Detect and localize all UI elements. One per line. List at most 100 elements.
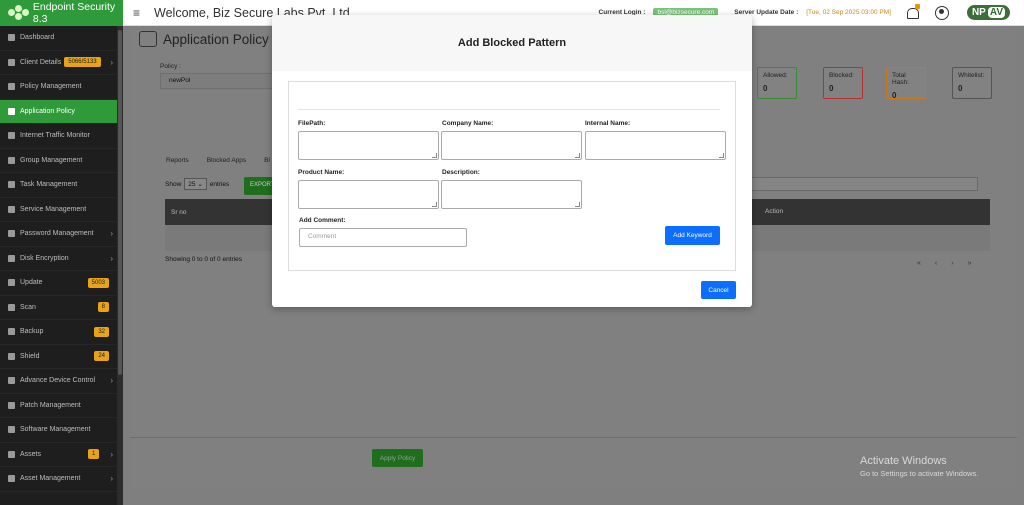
update-count-badge: 5003 [87, 277, 109, 288]
sidebar-item-advance-device-control[interactable]: Advance Device Control › [0, 369, 117, 394]
next-page-button[interactable]: › [951, 260, 953, 267]
table-info: Showing 0 to 0 of 0 entries [165, 256, 242, 263]
sidebar-item-label: Disk Encryption [20, 254, 69, 262]
search-icon [8, 475, 15, 483]
sidebar-item-client-details[interactable]: Client Details 5066/5133 › [0, 51, 117, 75]
sidebar-item-group-management[interactable]: Group Management [0, 149, 117, 173]
sidebar-item-task-management[interactable]: Task Management [0, 173, 117, 198]
stat-blocked: Blocked: 0 [823, 67, 863, 99]
tab-blocked-apps[interactable]: Blocked Apps [207, 157, 246, 164]
first-page-button[interactable]: « [917, 260, 921, 267]
divider [130, 437, 1017, 438]
activate-title: Activate Windows [860, 455, 947, 467]
sidebar-item-patch-management[interactable]: Patch Management [0, 394, 117, 418]
col-sr-no[interactable]: Sr no [171, 209, 187, 216]
sidebar-item-update[interactable]: Update 5003 [0, 271, 117, 296]
table-search-input[interactable] [750, 177, 978, 191]
sidebar-item-internet-traffic-monitor[interactable]: Internet Traffic Monitor [0, 124, 117, 149]
show-label: Show [165, 180, 182, 188]
pagination: « ‹ › » [917, 260, 972, 267]
description-input[interactable] [441, 180, 582, 209]
sidebar-item-assets[interactable]: Assets 1 › [0, 443, 117, 467]
stat-label: Allowed: [763, 72, 788, 79]
tab-blocked[interactable]: Bl [264, 157, 270, 164]
last-page-button[interactable]: » [968, 260, 972, 267]
group-icon [8, 156, 15, 164]
brand[interactable]: Endpoint Security 8.3 [0, 0, 123, 26]
sidebar-item-label: Patch Management [20, 401, 81, 409]
entries-select[interactable]: 25 ⌄ [184, 178, 207, 190]
wrench-icon [8, 205, 15, 213]
cancel-button[interactable]: Cancel [701, 281, 736, 299]
stat-whitelist: Whitelist: 0 [952, 67, 992, 99]
sidebar-item-label: Policy Management [20, 83, 82, 91]
monitor-icon [8, 132, 15, 140]
chevron-right-icon: › [110, 57, 113, 67]
sidebar-item-asset-management[interactable]: Asset Management › [0, 467, 117, 492]
stat-allowed: Allowed: 0 [757, 67, 797, 99]
add-keyword-button[interactable]: Add Keyword [665, 226, 720, 245]
monitor-icon [8, 450, 15, 458]
sidebar-item-application-policy[interactable]: Application Policy [0, 99, 117, 124]
sidebar-item-backup[interactable]: Backup 32 [0, 320, 117, 345]
sidebar-item-label: Password Management [20, 230, 94, 238]
internal-name-input[interactable] [585, 131, 726, 160]
warning-icon [8, 107, 15, 115]
device-icon [8, 377, 15, 385]
sidebar-item-service-management[interactable]: Service Management [0, 198, 117, 222]
backup-icon [8, 328, 15, 336]
add-comment-label: Add Comment: [299, 217, 346, 224]
tab-reports[interactable]: Reports [166, 157, 189, 164]
sidebar: Dashboard Client Details 5066/5133 › Polic… [0, 26, 117, 505]
sidebar-item-password-management[interactable]: Password Management › [0, 222, 117, 247]
comment-input[interactable]: Comment [299, 228, 467, 247]
description-label: Description: [442, 169, 480, 176]
sidebar-item-dashboard[interactable]: Dashboard [0, 26, 117, 51]
chevron-right-icon: › [110, 253, 113, 263]
sidebar-item-scan[interactable]: Scan 8 [0, 296, 117, 320]
logo-np: NP [971, 7, 986, 18]
chevron-right-icon: › [110, 376, 113, 386]
stat-label: Whitelist: [958, 72, 985, 79]
bell-icon[interactable] [905, 3, 920, 20]
stat-value: 0 [763, 84, 768, 93]
sidebar-item-policy-management[interactable]: Policy Management [0, 75, 117, 100]
user-icon [8, 58, 15, 66]
sidebar-item-label: Dashboard [20, 34, 55, 42]
sidebar-item-label: Internet Traffic Monitor [20, 132, 90, 140]
patch-icon [8, 401, 15, 409]
product-name-input[interactable] [298, 180, 439, 209]
user-icon[interactable] [934, 5, 949, 20]
modal-title: Add Blocked Pattern [457, 37, 567, 49]
sidebar-item-label: Asset Management [20, 475, 81, 483]
prev-page-button[interactable]: ‹ [935, 260, 937, 267]
sidebar-item-label: Assets [20, 450, 42, 458]
sidebar-item-shield[interactable]: Shield 24 [0, 345, 117, 369]
stat-value: 0 [958, 84, 963, 93]
modal-body: FilePath: Company Name: Internal Name: P… [288, 81, 736, 271]
page-title-text: Application Policy [163, 31, 269, 47]
page-title: Application Policy [139, 31, 269, 47]
chevron-right-icon: › [110, 229, 113, 239]
menu-toggle-icon[interactable]: ≡ [133, 6, 140, 20]
entries-select-value: 25 [188, 181, 196, 188]
entries-length: Show 25 ⌄ entries [165, 178, 229, 190]
sidebar-item-software-management[interactable]: Software Management [0, 418, 117, 443]
sidebar-item-label: Backup [20, 328, 44, 336]
sidebar-item-disk-encryption[interactable]: Disk Encryption › [0, 247, 117, 271]
policy-select[interactable]: newPol [160, 73, 290, 89]
col-action[interactable]: Action [765, 208, 783, 215]
scrollbar-thumb[interactable] [118, 30, 122, 375]
activate-subtitle: Go to Settings to activate Windows. [860, 469, 979, 478]
policy-label: Policy : [160, 63, 181, 70]
filepath-input[interactable] [298, 131, 439, 160]
filepath-label: FilePath: [298, 120, 326, 127]
laptop-icon [8, 426, 15, 434]
company-name-input[interactable] [441, 131, 582, 160]
product-name-label: Product Name: [298, 169, 345, 176]
tab-bar: Reports Blocked Apps Bl [166, 157, 270, 164]
apply-policy-button[interactable]: Apply Policy [372, 449, 423, 467]
chevron-right-icon: › [110, 449, 113, 459]
add-blocked-pattern-modal: Add Blocked Pattern FilePath: Company Na… [272, 15, 752, 307]
stat-value: 0 [892, 91, 897, 100]
